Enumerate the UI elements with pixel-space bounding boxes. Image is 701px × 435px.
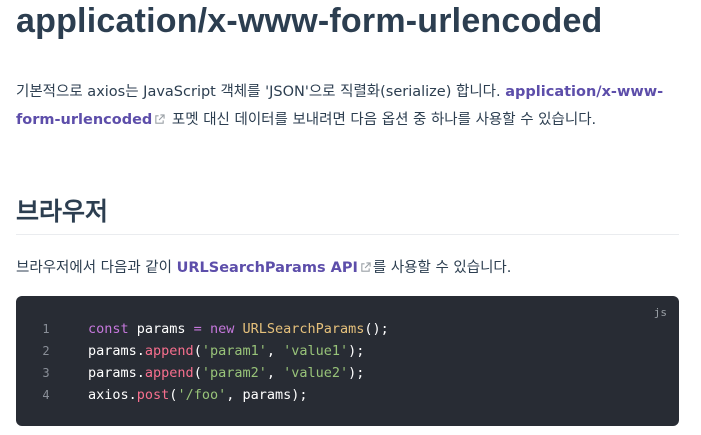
code-token: );	[348, 365, 365, 381]
browser-paragraph: 브라우저에서 다음과 같이 URLSearchParams API 를 사용할 수…	[16, 254, 511, 282]
code-token: params.	[88, 343, 145, 359]
code-token: 'value1'	[283, 343, 349, 359]
code-token: ,	[266, 365, 284, 381]
code-line: axios.post('/foo', params);	[88, 384, 389, 406]
code-token: '/foo'	[177, 387, 227, 403]
line-number: 3	[42, 366, 50, 380]
code-token: 'value2'	[283, 365, 349, 381]
code-token: , params);	[226, 387, 308, 403]
code-block[interactable]: js 1 2 3 4 const params = new URLSearchP…	[16, 296, 679, 426]
code-token: const	[88, 321, 129, 337]
line-number: 2	[42, 344, 50, 358]
code-token: (	[193, 365, 202, 381]
code-line: const params = new URLSearchParams();	[88, 318, 389, 340]
code-token: ,	[266, 343, 284, 359]
browser-text-2: 를 사용할 수 있습니다.	[372, 260, 512, 276]
browser-text-1: 브라우저에서 다음과 같이	[16, 260, 177, 276]
intro-paragraph: 기본적으로 axios는 JavaScript 객체를 'JSON'으로 직렬화…	[16, 78, 684, 134]
code-token: append	[144, 343, 194, 359]
urlsearchparams-link[interactable]: URLSearchParams API	[177, 260, 358, 276]
line-number-gutter: 1 2 3 4	[16, 318, 76, 406]
code-token: 'param1'	[201, 343, 267, 359]
line-number: 4	[42, 388, 50, 402]
code-token: 'param2'	[201, 365, 267, 381]
code-token: );	[348, 343, 365, 359]
code-token: (	[193, 343, 202, 359]
code-lines: const params = new URLSearchParams(); par…	[88, 318, 389, 406]
section-heading-browser: 브라우저	[16, 192, 679, 235]
code-token: append	[144, 365, 194, 381]
code-token: ();	[364, 321, 389, 337]
page-title: application/x-www-form-urlencoded	[16, 2, 603, 40]
code-token: axios.	[88, 387, 137, 403]
line-number: 1	[42, 322, 50, 336]
intro-text-1: 기본적으로 axios는 JavaScript 객체를 'JSON'으로 직렬화…	[16, 84, 506, 100]
code-line: params.append('param2', 'value2');	[88, 362, 389, 384]
code-token: params.	[88, 365, 145, 381]
code-token: post	[136, 387, 170, 403]
code-token: params	[128, 321, 194, 337]
code-language-label: js	[653, 306, 667, 319]
code-token: new	[209, 321, 235, 337]
external-link-icon	[154, 114, 165, 125]
intro-text-2: 포멧 대신 데이터를 보내려면 다음 옵션 중 하나를 사용할 수 있습니다.	[167, 112, 597, 128]
code-line: params.append('param1', 'value1');	[88, 340, 389, 362]
code-token: URLSearchParams	[242, 321, 365, 337]
code-token: =	[193, 321, 202, 337]
external-link-icon	[360, 262, 371, 273]
docs-page: application/x-www-form-urlencoded 기본적으로 …	[0, 0, 701, 435]
